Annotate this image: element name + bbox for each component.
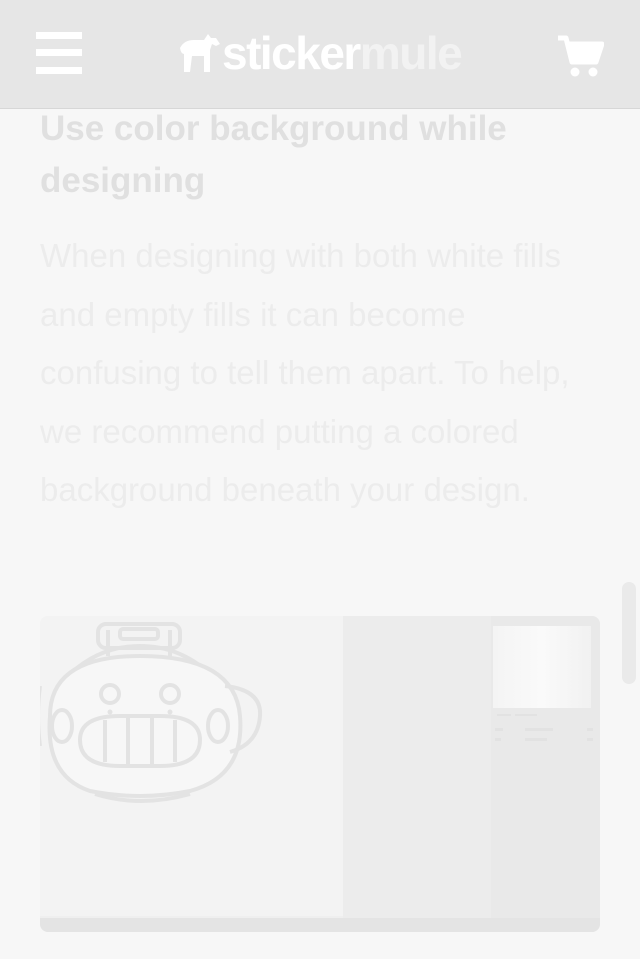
robot-mascot-illustration bbox=[40, 622, 263, 803]
stickermule-logo[interactable]: sticker mule bbox=[178, 27, 463, 79]
menu-bar bbox=[36, 32, 82, 39]
logo-text-mule: mule bbox=[359, 27, 463, 79]
status-strip bbox=[40, 918, 600, 932]
artboard-gap bbox=[343, 616, 491, 932]
design-canvas bbox=[40, 616, 343, 916]
article-content: Use color background while designing Whe… bbox=[40, 109, 600, 520]
design-screenshot-figure bbox=[40, 616, 600, 932]
menu-bar bbox=[36, 67, 82, 74]
cart-button[interactable] bbox=[556, 34, 605, 78]
page: sticker mule Use color background while d… bbox=[0, 0, 640, 959]
site-header: sticker mule bbox=[0, 0, 640, 109]
logo-text-sticker: sticker bbox=[222, 27, 361, 79]
mule-logo-icon bbox=[180, 34, 220, 72]
shopping-cart-icon bbox=[558, 35, 605, 77]
section-paragraph: When designing with both white fills and… bbox=[40, 237, 570, 508]
scrollbar-thumb[interactable] bbox=[622, 582, 636, 684]
panel-preview-thumbnail bbox=[493, 626, 591, 708]
menu-bar bbox=[36, 49, 82, 56]
section-heading: Use color background while designing bbox=[40, 109, 507, 200]
menu-button[interactable] bbox=[36, 32, 82, 74]
